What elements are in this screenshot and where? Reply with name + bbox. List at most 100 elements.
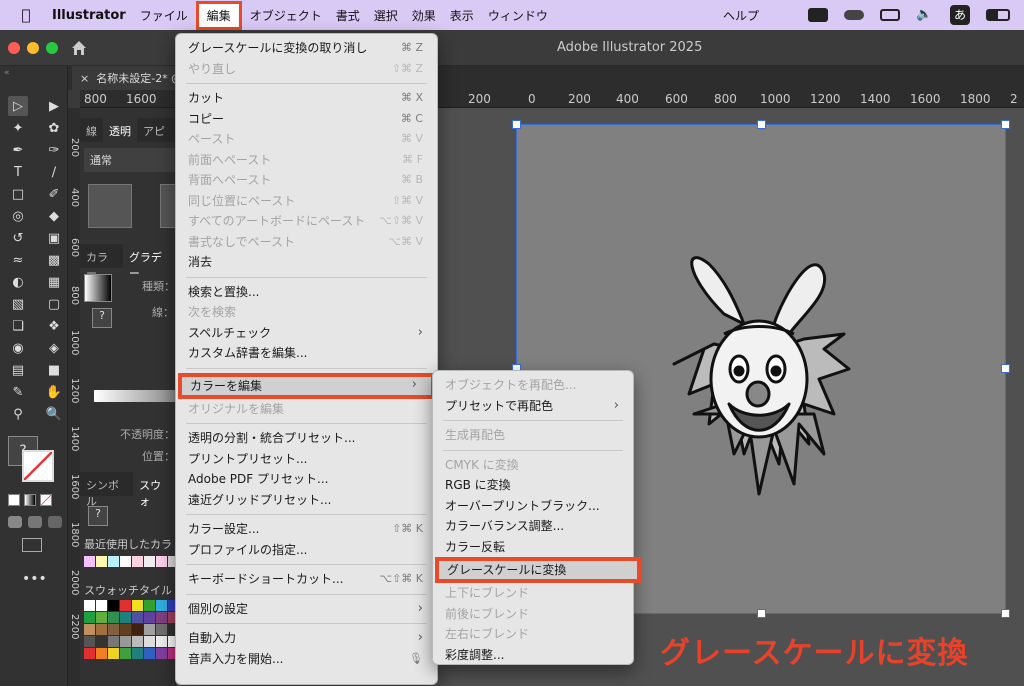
speaker-icon[interactable]: 🔈 — [916, 8, 934, 22]
swatch[interactable] — [144, 556, 155, 567]
swatch[interactable] — [132, 612, 143, 623]
collapse-icon[interactable]: « — [4, 68, 10, 78]
swatch[interactable] — [84, 556, 95, 567]
menu-select[interactable]: 選択 — [374, 7, 398, 24]
menu-item-flattener-presets[interactable]: 透明の分割・統合プリセット... — [176, 428, 437, 449]
menu-window[interactable]: ウィンドウ — [488, 7, 548, 24]
pen-tool-icon[interactable]: ✒ — [8, 140, 28, 160]
clown-artwork[interactable] — [664, 254, 854, 498]
swatch[interactable] — [108, 624, 119, 635]
close-tab-icon[interactable]: × — [80, 72, 89, 85]
type-tool-icon[interactable]: T — [8, 162, 28, 182]
swatch[interactable] — [144, 648, 155, 659]
draw-behind-icon[interactable] — [28, 516, 42, 528]
menu-view[interactable]: 表示 — [450, 7, 474, 24]
swatch[interactable] — [120, 556, 131, 567]
curvature-tool-icon[interactable]: ✑ — [44, 140, 64, 160]
icloud-icon[interactable] — [844, 10, 864, 20]
swatch[interactable] — [84, 612, 95, 623]
color-mode-button[interactable] — [8, 494, 20, 506]
input-method-icon[interactable]: あ — [950, 5, 970, 25]
swatch[interactable] — [144, 636, 155, 647]
menu-item-perspective-presets[interactable]: 遠近グリッドプリセット... — [176, 490, 437, 511]
selection-handle[interactable] — [757, 609, 766, 618]
slice-tool-icon[interactable]: ✎ — [8, 382, 28, 402]
menu-help[interactable]: ヘルプ — [723, 7, 759, 24]
lasso-icon[interactable]: ✿ — [44, 118, 64, 138]
swatch[interactable] — [120, 624, 131, 635]
home-icon[interactable] — [70, 39, 88, 57]
none-mode-button[interactable] — [40, 494, 52, 506]
swatch[interactable] — [132, 600, 143, 611]
swatch[interactable] — [96, 600, 107, 611]
symbol-sprayer-icon[interactable]: ◈ — [44, 338, 64, 358]
selection-handle[interactable] — [757, 120, 766, 129]
more-tools-icon[interactable]: ••• — [22, 571, 47, 587]
swatch[interactable] — [108, 556, 119, 567]
menu-item-preferences[interactable]: 個別の設定 › — [176, 599, 437, 620]
swatch[interactable] — [144, 612, 155, 623]
swatch[interactable] — [156, 600, 167, 611]
menu-item-start-dictation[interactable]: 音声入力を開始... 🎙 — [176, 649, 437, 670]
shaper-tool-icon[interactable]: ◎ — [8, 206, 28, 226]
swatch[interactable] — [120, 636, 131, 647]
tab-gradient[interactable]: グラデー — [122, 244, 176, 280]
selection-tool-icon[interactable]: ▷ — [8, 96, 28, 116]
menu-item-spell-check[interactable]: スペルチェック › — [176, 323, 437, 344]
menu-item-saturate[interactable]: 彩度調整... — [433, 645, 633, 666]
perspective-grid-icon[interactable]: ▦ — [44, 272, 64, 292]
graph-tool-icon[interactable]: ▤ — [8, 360, 28, 380]
menu-item-print-presets[interactable]: プリントプリセット... — [176, 449, 437, 470]
screen-mode-icon[interactable] — [22, 538, 42, 552]
selection-handle[interactable] — [1001, 364, 1010, 373]
gradient-fill-swatch[interactable]: ? — [92, 308, 112, 328]
swatch[interactable] — [156, 648, 167, 659]
minimize-window-button[interactable] — [27, 42, 39, 54]
swatch[interactable] — [84, 624, 95, 635]
zoom-window-button[interactable] — [46, 42, 58, 54]
menu-file[interactable]: ファイル — [140, 7, 188, 24]
swatch[interactable] — [84, 600, 95, 611]
menu-item-edit-colors[interactable]: カラーを編集 › — [178, 372, 435, 399]
menu-item-undo-grayscale[interactable]: グレースケールに変換の取り消し ⌘ Z — [176, 38, 437, 59]
eyedropper-icon[interactable]: ❏ — [8, 316, 28, 336]
menu-item-pdf-presets[interactable]: Adobe PDF プリセット... — [176, 469, 437, 490]
menu-item-recolor-with-preset[interactable]: プリセットで再配色 › — [433, 396, 633, 417]
menu-item-invert-colors[interactable]: カラー反転 — [433, 537, 633, 558]
swatch[interactable] — [132, 648, 143, 659]
hand-tool-icon[interactable]: ✋ — [44, 382, 64, 402]
zoom-tool-icon[interactable]: ⚲ — [8, 404, 28, 424]
swatch[interactable] — [156, 612, 167, 623]
artboard-tool-icon[interactable]: ■ — [44, 360, 64, 380]
swatch[interactable] — [144, 600, 155, 611]
tab-symbols[interactable]: シンボル — [80, 472, 133, 508]
document-tab[interactable]: × 名称未設定-2* @ — [72, 66, 191, 90]
rotate-tool-icon[interactable]: ↺ — [8, 228, 28, 248]
stroke-swatch[interactable] — [22, 450, 54, 482]
zoom-icon[interactable]: 🔍 — [44, 404, 64, 424]
line-tool-icon[interactable]: ∕ — [44, 162, 64, 182]
menu-type[interactable]: 書式 — [336, 7, 360, 24]
shape-builder-icon[interactable]: ◐ — [8, 272, 28, 292]
swatch[interactable] — [120, 600, 131, 611]
menu-item-adjust-color-balance[interactable]: カラーバランス調整... — [433, 516, 633, 537]
tab-color[interactable]: カラー — [80, 244, 123, 280]
swatch[interactable] — [96, 648, 107, 659]
gradient-slider[interactable] — [94, 390, 176, 402]
swatch[interactable] — [156, 636, 167, 647]
menu-item-overprint-black[interactable]: オーバープリントブラック... — [433, 496, 633, 517]
swatch[interactable] — [132, 636, 143, 647]
swatch[interactable] — [108, 612, 119, 623]
free-transform-icon[interactable]: ▩ — [44, 250, 64, 270]
menu-item-color-settings[interactable]: カラー設定... ⇧⌘ K — [176, 519, 437, 540]
menu-app-name[interactable]: Illustrator — [52, 8, 126, 23]
rectangle-tool-icon[interactable]: □ — [8, 184, 28, 204]
menu-edit[interactable]: 編集 — [195, 0, 242, 30]
tab-swatches[interactable]: スウォ — [133, 472, 176, 508]
swatch[interactable] — [156, 624, 167, 635]
menu-object[interactable]: オブジェクト — [250, 7, 322, 24]
warp-tool-icon[interactable]: ≈ — [8, 250, 28, 270]
selection-handle[interactable] — [512, 120, 521, 129]
direct-selection-tool-icon[interactable]: ▶ — [44, 96, 64, 116]
swatch[interactable] — [120, 612, 131, 623]
